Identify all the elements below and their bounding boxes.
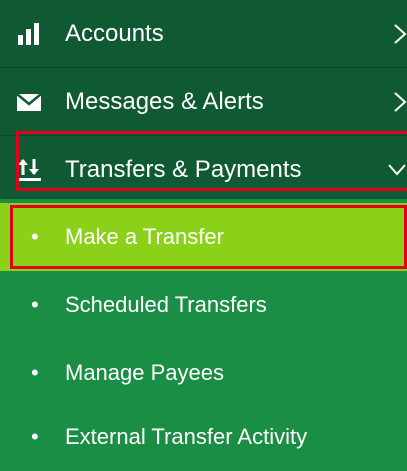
submenu-item-manage-payees[interactable]: • Manage Payees xyxy=(0,339,407,407)
chevron-right-icon xyxy=(393,22,407,46)
chevron-right-icon xyxy=(393,90,407,114)
submenu-item-label: Make a Transfer xyxy=(65,224,224,249)
nav-item-messages-alerts[interactable]: Messages & Alerts xyxy=(0,68,407,136)
bullet: • xyxy=(31,424,39,449)
nav-item-accounts[interactable]: Accounts xyxy=(0,0,407,68)
chevron-down-icon xyxy=(387,163,407,177)
submenu-item-make-a-transfer[interactable]: • Make a Transfer xyxy=(0,203,407,271)
nav-item-transfers-payments[interactable]: Transfers & Payments xyxy=(0,136,407,204)
bar-chart-icon xyxy=(16,23,42,45)
bullet: • xyxy=(31,360,39,385)
bullet: • xyxy=(31,224,39,249)
bullet: • xyxy=(31,292,39,317)
submenu-item-label: Manage Payees xyxy=(65,360,224,385)
submenu-item-scheduled-transfers[interactable]: • Scheduled Transfers xyxy=(0,271,407,339)
nav-item-label: Messages & Alerts xyxy=(65,88,264,115)
sidebar-nav: Accounts Messages & Alerts Transfers & P… xyxy=(0,0,407,471)
transfer-arrows-icon xyxy=(16,159,42,181)
submenu-transfers: • Make a Transfer • Scheduled Transfers … xyxy=(0,199,407,471)
submenu-item-external-transfer-activity[interactable]: • External Transfer Activity xyxy=(0,403,407,471)
nav-item-label: Accounts xyxy=(65,20,164,47)
envelope-icon xyxy=(16,91,42,113)
submenu-item-label: Scheduled Transfers xyxy=(65,292,267,317)
nav-item-label: Transfers & Payments xyxy=(65,156,302,183)
submenu-item-label: External Transfer Activity xyxy=(65,424,308,449)
